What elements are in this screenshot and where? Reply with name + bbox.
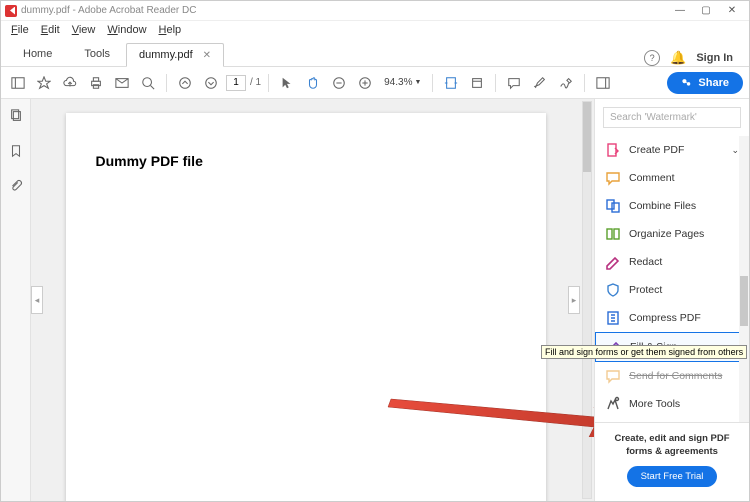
menu-window[interactable]: Window — [101, 24, 152, 36]
zoom-out-icon[interactable] — [328, 72, 350, 94]
tabs-row: Home Tools dummy.pdf ✕ ? 🔔 Sign In — [1, 39, 749, 67]
menu-edit[interactable]: Edit — [35, 24, 66, 36]
share-button[interactable]: Share — [667, 72, 743, 94]
doc-scrollbar[interactable] — [582, 101, 592, 499]
prev-page-handle[interactable]: ◂ — [31, 286, 43, 314]
hand-icon[interactable] — [302, 72, 324, 94]
minimize-button[interactable]: — — [667, 1, 693, 21]
right-panel: Search 'Watermark' Create PDF ⌄ Comment … — [594, 99, 749, 501]
promo-text: Create, edit and sign PDF forms & agreem… — [603, 433, 741, 458]
start-trial-button[interactable]: Start Free Trial — [627, 466, 718, 487]
print-icon[interactable] — [85, 72, 107, 94]
sign-icon[interactable] — [555, 72, 577, 94]
close-button[interactable]: ✕ — [719, 1, 745, 21]
help-icon[interactable]: ? — [644, 50, 660, 66]
organize-icon — [605, 226, 621, 242]
document-view: ◂ Dummy PDF file ▸ — [31, 99, 594, 501]
right-scrollbar[interactable] — [739, 136, 749, 422]
zoom-dropdown[interactable]: 94.3%▼ — [380, 77, 425, 88]
app-icon — [5, 5, 17, 17]
page-down-icon[interactable] — [200, 72, 222, 94]
tab-home[interactable]: Home — [7, 42, 68, 66]
page-up-icon[interactable] — [174, 72, 196, 94]
tool-more[interactable]: More Tools — [595, 390, 749, 418]
compress-icon — [605, 310, 621, 326]
more-tools-icon — [605, 396, 621, 412]
toolbar: / 1 94.3%▼ Share — [1, 67, 749, 99]
tool-organize[interactable]: Organize Pages — [595, 220, 749, 248]
chevron-down-icon: ⌄ — [731, 145, 739, 156]
right-scroll-thumb[interactable] — [740, 276, 748, 326]
tool-comment[interactable]: Comment — [595, 164, 749, 192]
sidebar-toggle-icon[interactable] — [7, 72, 29, 94]
send-comments-icon — [605, 368, 621, 384]
doc-scroll-thumb[interactable] — [583, 102, 591, 172]
protect-icon — [605, 282, 621, 298]
tool-redact[interactable]: Redact — [595, 248, 749, 276]
panel-toggle-icon[interactable] — [592, 72, 614, 94]
tab-close-icon[interactable]: ✕ — [203, 50, 211, 61]
pdf-page: Dummy PDF file — [66, 113, 546, 501]
menu-bar: File Edit View Window Help — [1, 21, 749, 39]
search-icon[interactable] — [137, 72, 159, 94]
page-count: / 1 — [250, 77, 261, 88]
window-title: dummy.pdf - Adobe Acrobat Reader DC — [21, 5, 196, 16]
tool-create-pdf[interactable]: Create PDF ⌄ — [595, 136, 749, 164]
pointer-icon[interactable] — [276, 72, 298, 94]
redact-icon — [605, 254, 621, 270]
combine-icon — [605, 198, 621, 214]
comment-tool-icon — [605, 170, 621, 186]
menu-help[interactable]: Help — [153, 24, 188, 36]
tool-compress[interactable]: Compress PDF — [595, 304, 749, 332]
sign-in-link[interactable]: Sign In — [696, 52, 733, 64]
maximize-button[interactable]: ▢ — [693, 1, 719, 21]
tab-document[interactable]: dummy.pdf ✕ — [126, 43, 224, 67]
attachment-icon[interactable] — [9, 179, 23, 198]
bell-icon[interactable]: 🔔 — [670, 50, 686, 66]
title-bar: dummy.pdf - Adobe Acrobat Reader DC — ▢ … — [1, 1, 749, 21]
tool-send-comments[interactable]: Send for Comments — [595, 362, 749, 390]
page-number-input[interactable] — [226, 75, 246, 91]
tab-document-label: dummy.pdf — [139, 49, 193, 61]
comment-icon[interactable] — [503, 72, 525, 94]
tool-combine[interactable]: Combine Files — [595, 192, 749, 220]
menu-file[interactable]: File — [5, 24, 35, 36]
next-page-handle[interactable]: ▸ — [568, 286, 580, 314]
create-pdf-icon — [605, 142, 621, 158]
cloud-upload-icon[interactable] — [59, 72, 81, 94]
tooltip: Fill and sign forms or get them signed f… — [541, 345, 747, 359]
document-heading: Dummy PDF file — [96, 153, 516, 169]
bookmark-icon[interactable] — [9, 144, 23, 163]
star-icon[interactable] — [33, 72, 55, 94]
tools-search-input[interactable]: Search 'Watermark' — [603, 107, 741, 128]
fit-width-icon[interactable] — [440, 72, 462, 94]
left-rail — [1, 99, 31, 501]
thumbnails-icon[interactable] — [9, 109, 23, 128]
tool-list: Create PDF ⌄ Comment Combine Files Organ… — [595, 136, 749, 422]
zoom-in-icon[interactable] — [354, 72, 376, 94]
highlight-icon[interactable] — [529, 72, 551, 94]
main-area: ◂ Dummy PDF file ▸ Search 'Watermark' — [1, 99, 749, 501]
tab-tools[interactable]: Tools — [68, 42, 126, 66]
mail-icon[interactable] — [111, 72, 133, 94]
fit-page-icon[interactable] — [466, 72, 488, 94]
menu-view[interactable]: View — [66, 24, 102, 36]
promo-panel: Create, edit and sign PDF forms & agreem… — [595, 422, 749, 501]
tool-protect[interactable]: Protect — [595, 276, 749, 304]
